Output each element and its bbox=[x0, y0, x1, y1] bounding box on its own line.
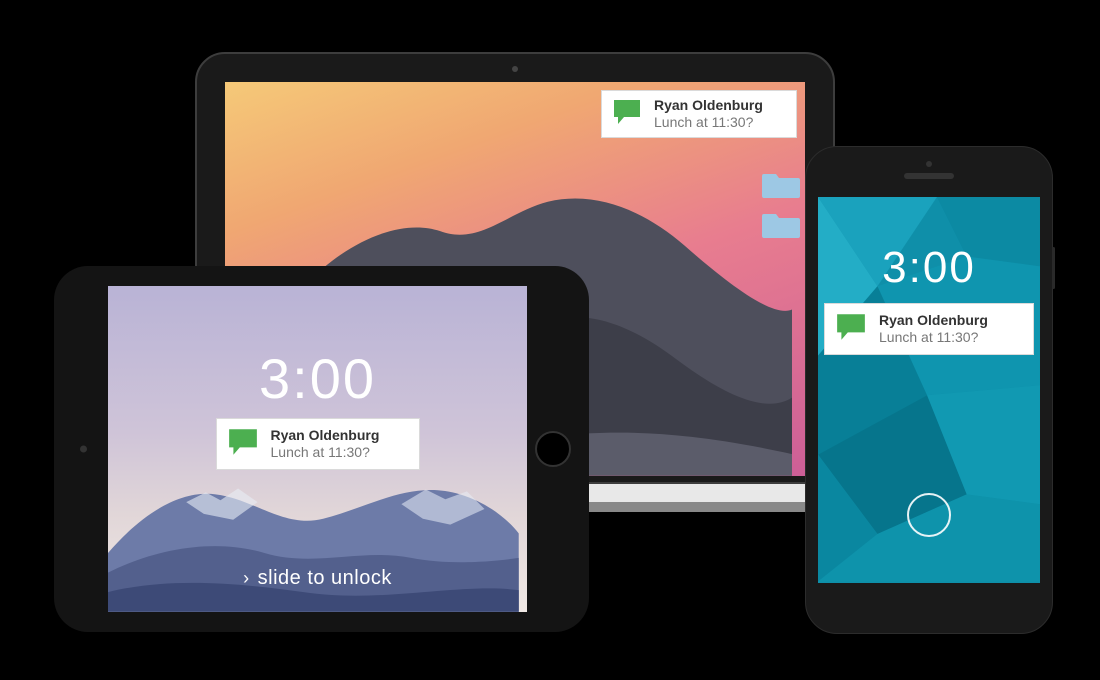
notification-card[interactable]: Ryan Oldenburg Lunch at 11:30? bbox=[216, 418, 420, 470]
lockscreen-time: 3:00 bbox=[818, 243, 1040, 293]
tablet-device: 3:00 Ryan Oldenburg Lunch at 11:30? › sl… bbox=[54, 266, 589, 632]
chevron-right-icon: › bbox=[243, 568, 250, 589]
notification-message: Lunch at 11:30? bbox=[879, 329, 988, 347]
tablet-home-button[interactable] bbox=[535, 431, 571, 467]
notification-message: Lunch at 11:30? bbox=[271, 444, 380, 462]
notification-sender: Ryan Oldenburg bbox=[879, 312, 988, 330]
tablet-lockscreen[interactable]: 3:00 Ryan Oldenburg Lunch at 11:30? › sl… bbox=[108, 286, 527, 612]
notification-card[interactable]: Ryan Oldenburg Lunch at 11:30? bbox=[601, 90, 797, 138]
unlock-ring[interactable] bbox=[907, 493, 951, 537]
notification-message: Lunch at 11:30? bbox=[654, 114, 763, 132]
notification-sender: Ryan Oldenburg bbox=[271, 427, 380, 445]
phone-lockscreen[interactable]: 3:00 Ryan Oldenburg Lunch at 11:30? bbox=[818, 197, 1040, 583]
notification-sender: Ryan Oldenburg bbox=[654, 97, 763, 115]
slide-to-unlock[interactable]: › slide to unlock bbox=[108, 567, 527, 590]
folder-icon[interactable] bbox=[762, 210, 800, 238]
tablet-camera bbox=[80, 446, 87, 453]
phone-speaker bbox=[904, 173, 954, 179]
laptop-camera bbox=[512, 66, 518, 72]
folder-icon[interactable] bbox=[762, 170, 800, 198]
chat-bubble-icon bbox=[227, 427, 259, 462]
phone-power-button[interactable] bbox=[1052, 247, 1055, 289]
lockscreen-time: 3:00 bbox=[108, 346, 527, 411]
notification-card[interactable]: Ryan Oldenburg Lunch at 11:30? bbox=[824, 303, 1034, 355]
chat-bubble-icon bbox=[612, 98, 642, 131]
phone-device: 3:00 Ryan Oldenburg Lunch at 11:30? bbox=[805, 146, 1053, 634]
phone-camera bbox=[926, 161, 932, 167]
unlock-hint-label: slide to unlock bbox=[258, 567, 392, 590]
chat-bubble-icon bbox=[835, 312, 867, 347]
